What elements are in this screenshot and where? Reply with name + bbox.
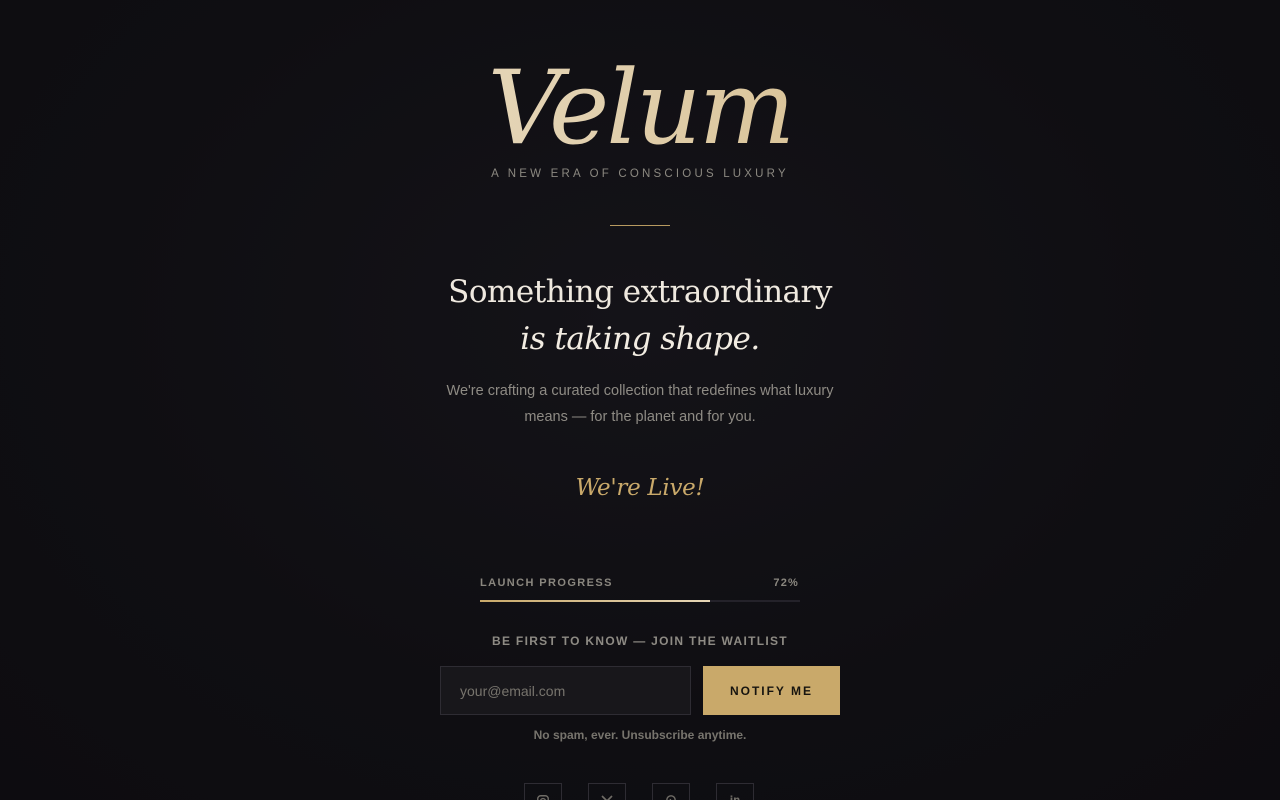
no-spam-note: No spam, ever. Unsubscribe anytime. xyxy=(533,728,747,742)
instagram-icon xyxy=(537,795,549,800)
social-instagram-link[interactable] xyxy=(524,783,562,800)
brand-logo: Velum xyxy=(0,50,1280,168)
email-input[interactable] xyxy=(440,666,691,715)
social-pinterest-link[interactable] xyxy=(652,783,690,800)
progress-track xyxy=(480,600,800,602)
brand-tagline: A NEW ERA OF CONSCIOUS LUXURY xyxy=(491,168,789,180)
social-x-link[interactable] xyxy=(588,783,626,800)
live-status: We're Live! xyxy=(575,475,705,501)
gold-divider xyxy=(610,225,670,226)
progress-label: LAUNCH PROGRESS xyxy=(480,577,613,589)
progress-fill xyxy=(480,600,711,602)
hero-description: We're crafting a curated collection that… xyxy=(446,383,834,425)
pinterest-icon xyxy=(666,795,676,800)
social-linkedin-link[interactable]: in xyxy=(716,783,754,800)
headline-line-2: is taking shape. xyxy=(520,321,760,357)
waitlist-label: BE FIRST TO KNOW — JOIN THE WAITLIST xyxy=(492,634,788,648)
x-icon xyxy=(601,795,613,800)
headline-line-1: Something extraordinary xyxy=(448,274,832,310)
coming-soon-page: Velum A NEW ERA OF CONSCIOUS LUXURY Some… xyxy=(0,0,1280,800)
linkedin-icon: in xyxy=(730,795,741,800)
notify-me-button[interactable]: NOTIFY ME xyxy=(703,666,840,715)
progress-percent: 72% xyxy=(773,577,799,589)
